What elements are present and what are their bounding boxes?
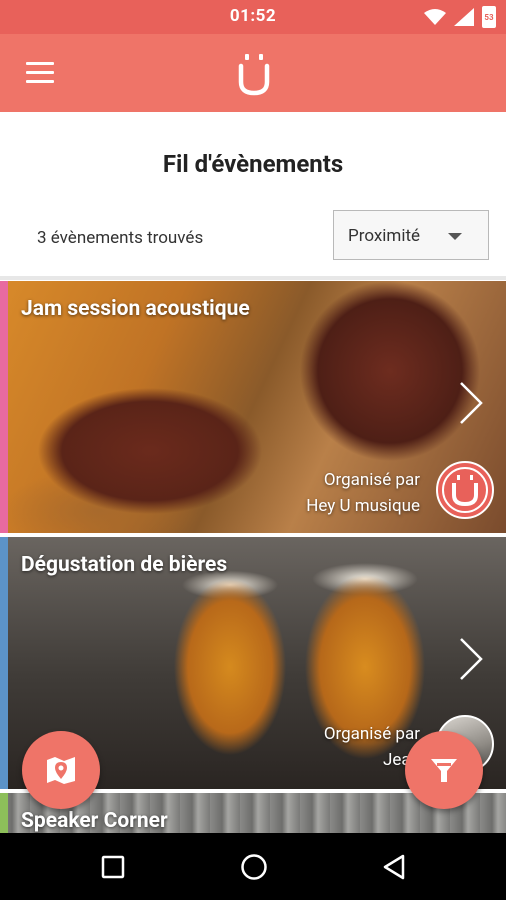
map-pin-icon [47, 757, 75, 784]
event-title: Dégustation de bières [21, 553, 228, 577]
organizer-label: Organisé par [323, 724, 420, 744]
event-accent-bar [0, 281, 8, 533]
battery-icon: 53 [482, 6, 496, 28]
organizer-avatar[interactable] [436, 461, 494, 519]
results-count: 3 évènements trouvés [37, 228, 204, 248]
battery-level: 53 [484, 13, 494, 22]
divider [0, 276, 506, 280]
event-title: Speaker Corner [21, 809, 168, 833]
wifi-icon [424, 9, 446, 25]
signal-icon [454, 8, 474, 26]
u-logo-icon [238, 54, 270, 96]
event-accent-bar [0, 793, 8, 833]
hamburger-menu-icon[interactable] [26, 62, 54, 84]
organizer-label: Organisé par [323, 470, 420, 490]
system-nav-bar [0, 833, 506, 900]
organizer-name: Hey U musique [306, 496, 420, 516]
sort-dropdown[interactable]: Proximité [333, 210, 489, 260]
event-card[interactable]: Jam session acoustique Organisé par Hey … [0, 281, 506, 533]
event-accent-bar [0, 537, 8, 789]
page-title: Fil d'évènements [162, 150, 344, 178]
recents-icon[interactable] [101, 855, 125, 879]
back-icon[interactable] [381, 853, 407, 881]
filter-funnel-icon [431, 759, 457, 782]
chevron-down-icon [448, 233, 462, 240]
status-icons: 53 [424, 6, 496, 28]
chevron-right-icon[interactable] [458, 637, 484, 681]
u-logo-icon [442, 467, 488, 513]
map-button[interactable] [22, 731, 100, 809]
chevron-right-icon[interactable] [458, 381, 484, 425]
event-organizer: Organisé par Hey U musique [306, 467, 420, 519]
home-icon[interactable] [240, 853, 268, 881]
filter-button[interactable] [405, 731, 483, 809]
app-bar [0, 34, 506, 112]
status-bar: 01:52 53 [0, 0, 506, 34]
event-title: Jam session acoustique [21, 297, 250, 321]
sort-selected-label: Proximité [348, 226, 421, 246]
